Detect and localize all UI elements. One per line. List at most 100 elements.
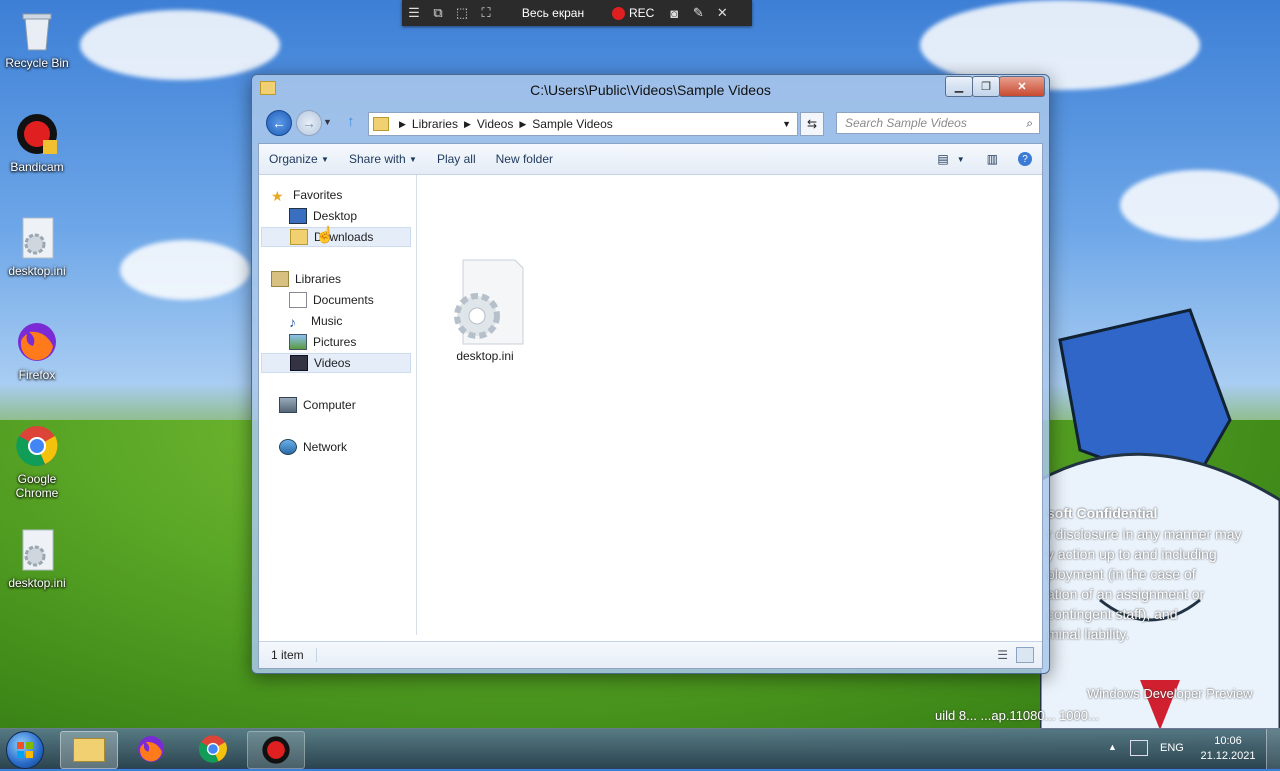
taskbar-firefox[interactable] (123, 731, 179, 767)
search-icon: ⌕ (1026, 115, 1033, 130)
bandicam-icon (262, 736, 290, 764)
view-options-dropdown-icon[interactable]: ▼ (953, 144, 977, 174)
firefox-icon (138, 736, 164, 762)
menu-icon[interactable]: ☰ (402, 0, 426, 26)
windows-explorer-icon (73, 738, 105, 762)
clock-time: 10:06 (1214, 735, 1242, 747)
documents-icon (289, 292, 307, 308)
breadcrumb-chevron-icon: ▶ (463, 118, 471, 129)
settings-file-icon (15, 528, 59, 572)
status-bar: 1 item ☰ (259, 641, 1042, 668)
breadcrumb-videos[interactable]: Videos (477, 117, 513, 131)
search-placeholder: Search Sample Videos (845, 116, 967, 130)
share-with-button[interactable]: Share with ▼ (339, 144, 427, 174)
star-icon: ★ (271, 188, 284, 204)
breadcrumb-chevron-icon: ▶ (399, 118, 406, 129)
nav-computer[interactable]: Computer (279, 395, 356, 415)
nav-network[interactable]: Network (279, 437, 347, 457)
close-icon[interactable]: ✕ (710, 0, 734, 26)
watermark-build: Windows Developer Preview (1087, 686, 1253, 701)
desktop-icon-label: Firefox (18, 368, 56, 382)
nav-downloads[interactable]: Downloads (261, 227, 411, 247)
taskbar-bandicam[interactable] (247, 731, 305, 769)
show-desktop-button[interactable] (1266, 729, 1280, 769)
chrome-icon (15, 424, 59, 468)
forward-button[interactable]: → (296, 110, 322, 136)
nav-favorites[interactable]: ★ Favorites (271, 185, 342, 205)
change-view-icon[interactable]: ▤ (933, 144, 952, 174)
taskbar-explorer[interactable] (60, 731, 118, 769)
windows-logo-icon (17, 742, 33, 758)
window-titlebar[interactable]: C:\Users\Public\Videos\Sample Videos ▁ ❐… (252, 75, 1049, 105)
bandicam-icon (15, 112, 59, 156)
language-indicator[interactable]: ENG (1160, 742, 1184, 754)
back-button[interactable]: ← (266, 110, 292, 136)
show-hidden-icons-button[interactable]: ▲ (1108, 742, 1117, 752)
nav-music[interactable]: ♪ Music (289, 311, 342, 331)
recent-pages-dropdown-icon[interactable]: ▼ (323, 117, 332, 127)
fullscreen-select-icon[interactable]: ⛶ (474, 0, 498, 26)
nav-desktop[interactable]: Desktop (289, 206, 357, 226)
settings-file-icon (15, 216, 59, 260)
start-button[interactable] (6, 731, 44, 769)
search-input[interactable]: Search Sample Videos ⌕ (836, 112, 1040, 134)
organize-button[interactable]: Organize ▼ (259, 144, 339, 174)
desktop-icon-desktop-ini[interactable]: desktop.ini (2, 216, 72, 278)
region-select-icon[interactable]: ⬚ (450, 0, 474, 26)
nav-libraries[interactable]: Libraries (271, 269, 341, 289)
up-arrow-icon[interactable]: ↑ (347, 113, 355, 130)
desktop-icon-firefox[interactable]: Firefox (2, 320, 72, 382)
watermark-line: minal liability. (1047, 626, 1130, 642)
firefox-icon (15, 320, 59, 364)
record-label: REC (629, 6, 655, 20)
desktop-icon-desktop-ini-2[interactable]: desktop.ini (2, 528, 72, 590)
breadcrumb-sample-videos[interactable]: Sample Videos (532, 117, 613, 131)
wallpaper-cloud (120, 240, 250, 300)
computer-icon (279, 397, 297, 413)
large-icons-view-icon[interactable] (1016, 647, 1034, 663)
libraries-icon (271, 271, 289, 287)
maximize-button[interactable]: ❐ (972, 76, 1000, 97)
chrome-icon (198, 735, 227, 763)
nav-videos[interactable]: Videos (261, 353, 411, 373)
new-folder-button[interactable]: New folder (486, 144, 563, 174)
file-item[interactable]: desktop.ini (435, 258, 535, 363)
camera-icon[interactable]: ◙ (662, 0, 686, 26)
desktop-icon-recycle-bin[interactable]: Recycle Bin (2, 8, 72, 70)
desktop-icon-bandicam[interactable]: Bandicam (2, 112, 72, 174)
file-name: desktop.ini (456, 349, 514, 363)
music-note-icon: ♪ (289, 314, 296, 330)
record-dot-icon (612, 6, 625, 20)
close-button[interactable]: ✕ (999, 76, 1045, 97)
watermark-line: contingent staff), and (1047, 606, 1178, 622)
desktop-icon-chrome[interactable]: Google Chrome (2, 424, 72, 500)
recorder-mode-label[interactable]: Весь екран (498, 6, 608, 20)
address-bar[interactable]: ▶ Libraries ▶ Videos ▶ Sample Videos ▼ (368, 112, 798, 136)
pictures-icon (289, 334, 307, 350)
desktop-icon-label: desktop.ini (8, 576, 66, 590)
nav-pictures[interactable]: Pictures (289, 332, 356, 352)
network-tray-icon[interactable] (1130, 740, 1148, 756)
taskbar-chrome[interactable] (185, 731, 241, 767)
minimize-button[interactable]: ▁ (945, 76, 973, 97)
play-all-button[interactable]: Play all (427, 144, 486, 174)
refresh-button[interactable]: ⇆ (800, 112, 824, 136)
recycle-bin-icon (15, 8, 59, 52)
navigation-pane: ★ Favorites Desktop Downloads Libraries D… (259, 175, 417, 635)
watermark-line: soft Confidential (1047, 505, 1158, 521)
breadcrumb-libraries[interactable]: Libraries (412, 117, 458, 131)
help-icon[interactable]: ? (1008, 144, 1042, 174)
window-mode-icon[interactable]: ⧉ (426, 0, 450, 26)
folder-icon (373, 117, 389, 131)
preview-pane-icon[interactable]: ▥ (977, 144, 1008, 174)
watermark-line: ployment (in the case of (1047, 566, 1196, 582)
record-button[interactable]: REC (612, 6, 654, 20)
details-view-icon[interactable]: ☰ (997, 648, 1008, 662)
nav-documents[interactable]: Documents (289, 290, 374, 310)
desktop-icon-label: Recycle Bin (5, 56, 69, 70)
video-film-icon (290, 355, 308, 371)
clock[interactable]: 10:06 21.12.2021 (1200, 734, 1256, 764)
pencil-icon[interactable]: ✎ (686, 0, 710, 26)
address-dropdown-icon[interactable]: ▼ (782, 119, 791, 129)
watermark-build: uild 8... ...ap.11080... 1000... (935, 708, 1099, 723)
